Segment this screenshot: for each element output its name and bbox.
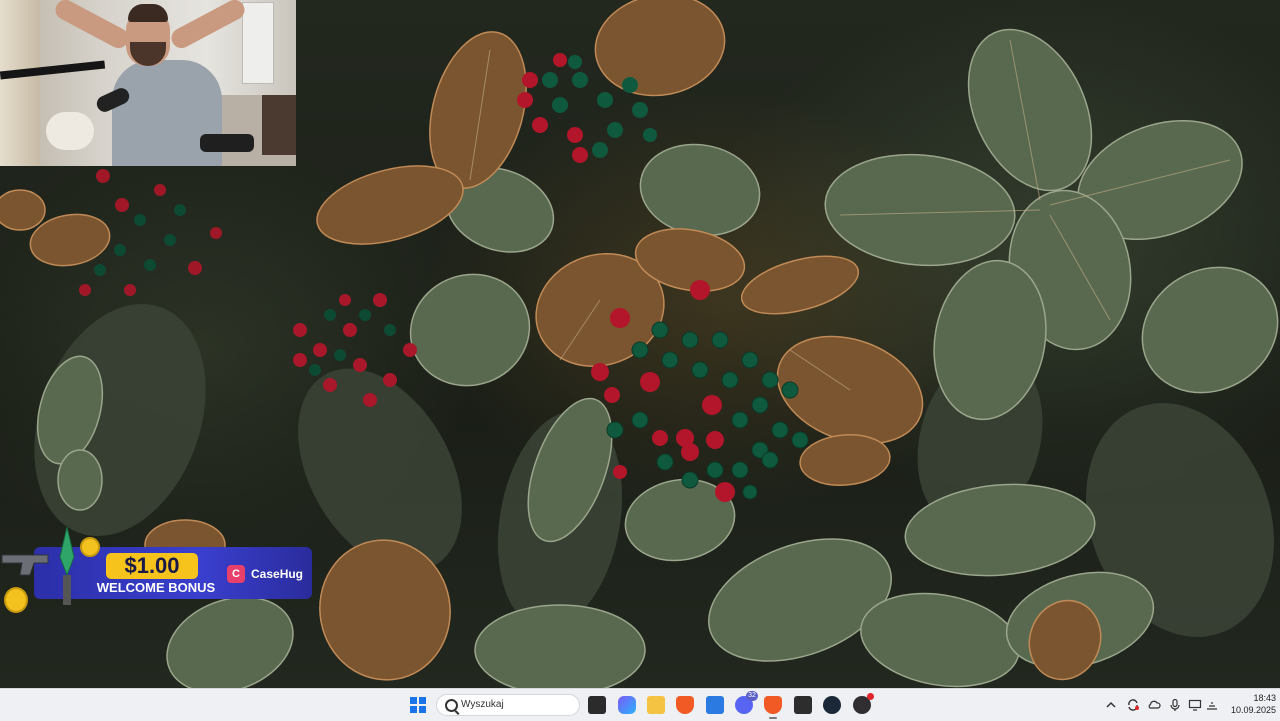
windows-logo-pane [410, 706, 417, 713]
knife-icon [59, 527, 75, 605]
cloud-icon[interactable] [1147, 698, 1161, 712]
coin-icon [80, 537, 100, 557]
streamer-arm-right [167, 0, 249, 52]
clock-time: 18:43 [1253, 693, 1276, 703]
background-curtain [0, 0, 40, 166]
brave-active-icon[interactable] [764, 696, 782, 719]
clock-date: 10.09.2025 [1230, 705, 1276, 715]
search-icon [445, 699, 458, 712]
windows-logo-pane [419, 706, 426, 713]
windows-logo-pane [419, 697, 426, 704]
bonus-amount: $1.00 [106, 553, 198, 579]
coin-icon [4, 587, 28, 613]
background-fridge [242, 2, 274, 84]
folder-icon[interactable] [647, 696, 665, 714]
notification-dot [867, 693, 874, 700]
display-icon[interactable] [1188, 698, 1202, 712]
streamer-arm-left [51, 0, 133, 52]
obs-icon[interactable] [853, 693, 874, 714]
search-placeholder: Wyszukaj [461, 699, 504, 710]
windows-logo-icon [410, 697, 417, 704]
webcam-overlay [0, 0, 296, 166]
sync-icon[interactable] [1126, 698, 1140, 712]
taskbar: Wyszukaj 32 18:43 10.09.2025 [0, 688, 1280, 721]
welcome-bonus-banner[interactable]: $1.00 WELCOME BONUS C CaseHug [0, 527, 312, 613]
brand-name: CaseHug [251, 567, 304, 581]
pistol-icon [1, 554, 49, 576]
streamer-hair [128, 4, 168, 22]
copilot-icon[interactable] [618, 696, 636, 714]
system-clock[interactable]: 18:43 10.09.2025 [1226, 692, 1276, 718]
background-desk [262, 95, 296, 155]
brave-icon[interactable] [676, 696, 694, 714]
chevron-up-icon[interactable] [1104, 698, 1118, 712]
taskbar-search[interactable]: Wyszukaj [436, 694, 580, 716]
discord-icon[interactable]: 32 [735, 691, 758, 714]
store-icon[interactable] [706, 696, 724, 714]
bonus-text: WELCOME BONUS [96, 580, 216, 595]
discord-badge: 32 [746, 691, 758, 701]
steam-icon[interactable] [823, 696, 841, 714]
network-icon[interactable] [1205, 698, 1219, 712]
start-button[interactable] [410, 697, 426, 713]
task-view-icon[interactable] [588, 696, 606, 714]
terminal-icon[interactable] [794, 696, 812, 714]
microphone-icon[interactable] [1168, 698, 1182, 712]
background-dog [46, 112, 94, 150]
casehug-logo-icon: C [227, 565, 245, 583]
chair-armrest [200, 134, 254, 152]
